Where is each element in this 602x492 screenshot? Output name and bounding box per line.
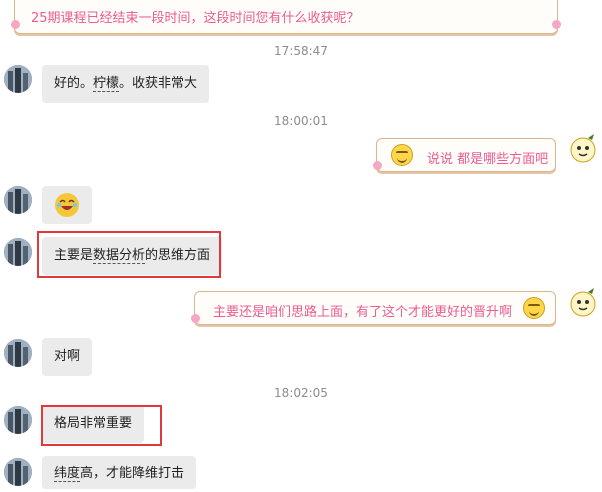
outgoing-message-bubble: 说说 都是哪些方面吧 (373, 138, 556, 172)
timestamp: 17:58:47 (274, 44, 328, 58)
message-text: 对啊 (54, 349, 81, 364)
message-text: 好的。 (54, 76, 94, 91)
bubble-corner-decoration (11, 20, 20, 29)
smile-icon (523, 297, 545, 319)
message-text: 高，才能降维打击 (80, 466, 185, 481)
highlight-box (37, 231, 221, 278)
user-avatar[interactable] (4, 186, 32, 214)
smile-icon (391, 144, 413, 166)
message-text-underlined: 柠檬 (93, 76, 120, 92)
message-text: 主要还是咱们思路上面，有了这个才能更好的晋升啊 (213, 305, 513, 320)
message-text: 25期课程已经结束一段时间，这段时间您有什么收获呢？ (31, 11, 360, 26)
timestamp: 18:00:01 (274, 114, 328, 128)
timestamp: 18:02:05 (274, 386, 328, 400)
message-text-underlined: 纬度 (54, 466, 81, 482)
user-avatar[interactable] (4, 458, 32, 486)
incoming-message-bubble: 对啊 (42, 338, 93, 376)
bubble-corner-decoration (552, 20, 561, 29)
user-avatar[interactable] (4, 238, 32, 266)
incoming-emoji-bubble (42, 186, 92, 224)
incoming-message-bubble: 好的。柠檬。收获非常大 (42, 65, 210, 103)
mascot-avatar-icon[interactable] (568, 132, 598, 168)
bubble-corner-decoration (373, 161, 382, 170)
user-avatar[interactable] (4, 339, 32, 367)
user-avatar[interactable] (4, 65, 32, 93)
bubble-corner-decoration (191, 314, 200, 323)
message-text: 。收获非常大 (119, 76, 198, 91)
incoming-message-bubble: 纬度高，才能降维打击 (42, 456, 197, 489)
message-text: 说说 都是哪些方面吧 (427, 152, 549, 167)
user-avatar[interactable] (4, 406, 32, 434)
laughing-emoji-icon (55, 193, 79, 217)
mascot-avatar-icon[interactable] (568, 286, 598, 322)
outgoing-message-bubble: 主要还是咱们思路上面，有了这个才能更好的晋升啊 (191, 291, 556, 325)
highlight-box (41, 405, 162, 446)
outgoing-bubble-partial: 25期课程已经结束一段时间，这段时间您有什么收获呢？ (11, 0, 561, 34)
